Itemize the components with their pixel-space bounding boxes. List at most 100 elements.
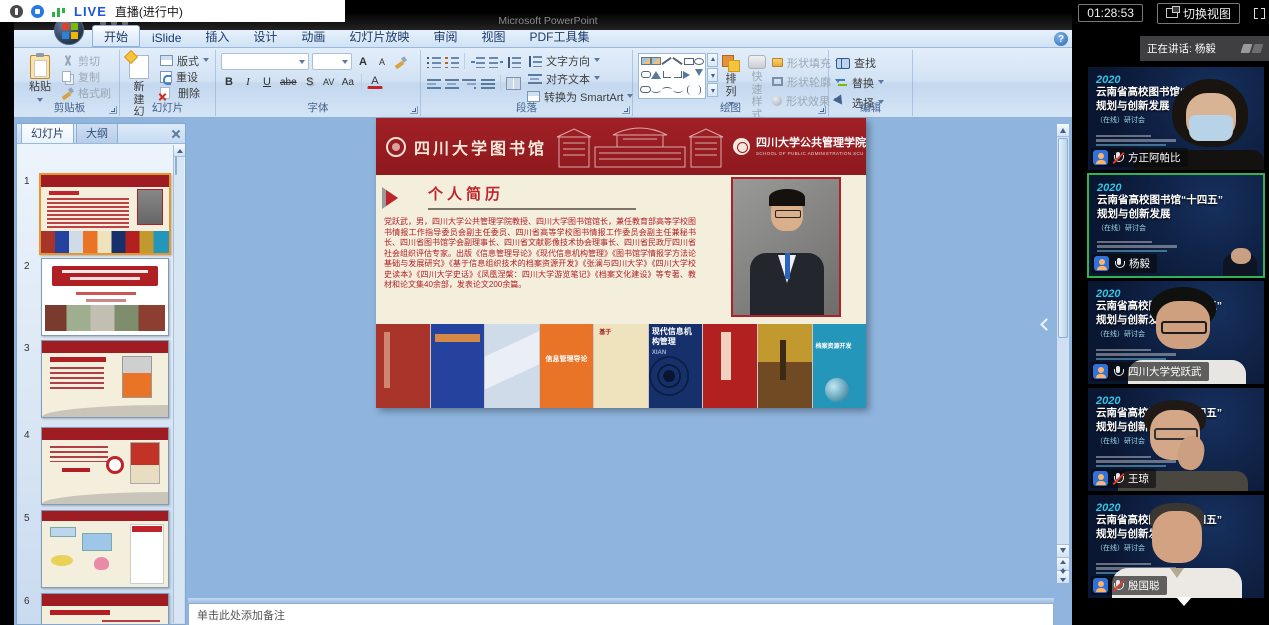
slide-canvas[interactable]: 四川大学图书馆 四川大学公共 [376,118,866,408]
dialog-launcher-icon[interactable] [622,106,630,114]
speaking-tooltip: 正在讲话: 杨毅 [1140,36,1269,61]
increase-indent-icon[interactable] [488,55,503,68]
tab-8[interactable]: 视图 [469,25,517,47]
book-cover-7 [703,324,757,408]
dialog-launcher-icon[interactable] [818,106,826,114]
quick-styles-icon [748,55,766,69]
panel-scrollbar[interactable] [173,145,184,623]
slide-books: 信息管理导论基于现代信息机构管理XIAN档案资源开发 [376,324,866,408]
slide-thumbnail-2[interactable] [41,258,169,336]
school-seal-icon [733,138,750,155]
school-name-en: SCHOOL OF PUBLIC ADMINISTRATION.SCU [756,151,866,156]
align-text-button[interactable]: 对齐文本 [525,71,635,86]
participant-tile-3[interactable]: 2020云南省高校图书馆“十四五”规划与创新发展（在线）研讨会四川大学党跃武 [1087,280,1265,385]
paste-button[interactable]: 粘贴 [25,53,55,107]
switch-view-button[interactable]: 切换视图 [1157,3,1240,24]
screen: LIVE 直播(进行中) 01:28:53 切换视图 Microsoft Pow… [0,0,1269,625]
canvas-scrollbar[interactable] [1056,123,1070,584]
scroll-up-button[interactable] [1057,124,1069,137]
fullscreen-icon[interactable] [1254,8,1265,19]
text-shadow-button[interactable]: S [302,74,318,90]
book-cover-3 [485,324,539,408]
columns-icon[interactable] [506,77,521,90]
shapes-gallery[interactable] [638,53,706,99]
ribbon-tabs: 开始iSlide插入设计动画幻灯片放映审阅视图PDF工具集 [14,30,1082,48]
shape-cloud-icon [640,86,651,93]
layout-button[interactable]: 版式 [158,53,211,68]
book-cover-8 [758,324,812,408]
participant-tile-2[interactable]: 2020云南省高校图书馆“十四五”规划与创新发展（在线）研讨会杨毅 [1087,173,1265,278]
slide-thumbnail-5[interactable] [41,510,169,588]
format-painter-button[interactable]: 格式刷 [60,85,113,100]
help-button[interactable]: ? [1054,32,1068,46]
paste-icon [30,55,50,79]
ribbon: 粘贴 剪切 复制 格式刷 剪贴板 新建幻灯片 [14,48,1082,118]
tab-5[interactable]: 动画 [289,25,337,47]
clear-formatting-button[interactable] [393,54,409,70]
font-size-combo[interactable] [312,53,352,70]
tab-2[interactable]: iSlide [140,28,193,47]
dialog-launcher-icon[interactable] [410,106,418,114]
scroll-thumb[interactable] [1058,138,1068,338]
live-status-bar: LIVE 直播(进行中) [0,0,345,22]
scroll-down-button[interactable] [1057,544,1069,557]
bullets-icon[interactable] [426,55,441,68]
text-direction-button[interactable]: 文字方向 [525,53,635,68]
close-icon[interactable] [171,129,181,139]
reset-button[interactable]: 重设 [158,69,211,84]
line-spacing-icon[interactable] [506,55,521,68]
book-cover-1 [376,324,430,408]
group-paragraph: 文字方向 对齐文本 转换为 SmartArt 段落 [421,50,633,116]
numbering-icon[interactable] [444,55,459,68]
group-slides: 新建幻灯片 版式 重设 删除 幻灯片 [120,50,216,116]
grow-font-button[interactable]: A [355,54,371,70]
previous-slide-button[interactable] [1057,557,1069,570]
slide-thumbnail-4[interactable] [41,427,169,505]
italic-button[interactable]: I [240,74,256,90]
bold-button[interactable]: B [221,74,237,90]
tab-7[interactable]: 审阅 [421,25,469,47]
character-spacing-button[interactable]: AV [321,74,337,90]
change-case-button[interactable]: Aa [340,74,356,90]
justify-icon[interactable] [480,77,495,90]
decrease-indent-icon[interactable] [470,55,485,68]
tab-outline[interactable]: 大纲 [76,123,118,143]
find-button[interactable]: 查找 [834,55,886,70]
tab-9[interactable]: PDF工具集 [517,25,601,47]
slide-thumbnail-1[interactable] [39,173,171,255]
align-right-icon[interactable] [462,77,477,90]
font-color-button[interactable]: A [367,75,383,89]
dialog-launcher-icon[interactable] [109,106,117,114]
strikethrough-button[interactable]: abe [278,74,299,90]
slide-thumbnail-6[interactable] [41,593,169,625]
align-center-icon[interactable] [444,77,459,90]
scroll-thumb[interactable] [175,156,177,175]
copy-button[interactable]: 复制 [60,69,113,84]
delete-button[interactable]: 删除 [158,85,211,100]
slide-body: 个人简历 党跃武，男，四川大学公共管理学院教授、四川大学图书馆馆长，兼任教育部高… [376,175,866,324]
participant-tile-5[interactable]: 2020云南省高校图书馆“十四五”规划与创新发展（在线）研讨会殷国聪 [1087,494,1265,599]
cut-button[interactable]: 剪切 [60,53,113,68]
participant-tile-4[interactable]: 2020云南省高校图书馆“十四五”规划与创新发展（在线）研讨会王琼 [1087,387,1265,492]
font-name-combo[interactable] [221,53,309,70]
align-left-icon[interactable] [426,77,441,90]
slides-panel: 幻灯片 大纲 123456 [16,123,186,625]
find-icon [836,58,850,67]
slide-thumbnail-3[interactable] [41,340,169,418]
shape-arrow-down-icon [695,69,703,80]
tab-6[interactable]: 幻灯片放映 [337,25,421,47]
participants: 2020云南省高校图书馆“十四五”规划与创新发展（在线）研讨会方正阿帕比2020… [1072,0,1269,625]
next-slide-button[interactable] [1057,570,1069,583]
underline-button[interactable]: U [259,74,275,90]
gallery-scroll[interactable] [707,53,718,97]
scroll-more-icon[interactable] [1176,597,1192,614]
tab-1[interactable]: 开始 [92,25,140,47]
tab-4[interactable]: 设计 [241,25,289,47]
shrink-font-button[interactable]: A [374,54,390,70]
participant-tile-1[interactable]: 2020云南省高校图书馆“十四五”规划与创新发展（在线）研讨会方正阿帕比 [1087,66,1265,171]
group-font: A A B I U abe S AV Aa A 字体 [216,50,421,116]
notes-pane[interactable]: 单击此处添加备注 [188,603,1054,625]
tab-3[interactable]: 插入 [193,25,241,47]
replace-button[interactable]: 替换 [834,75,886,90]
tab-slides[interactable]: 幻灯片 [21,123,74,143]
